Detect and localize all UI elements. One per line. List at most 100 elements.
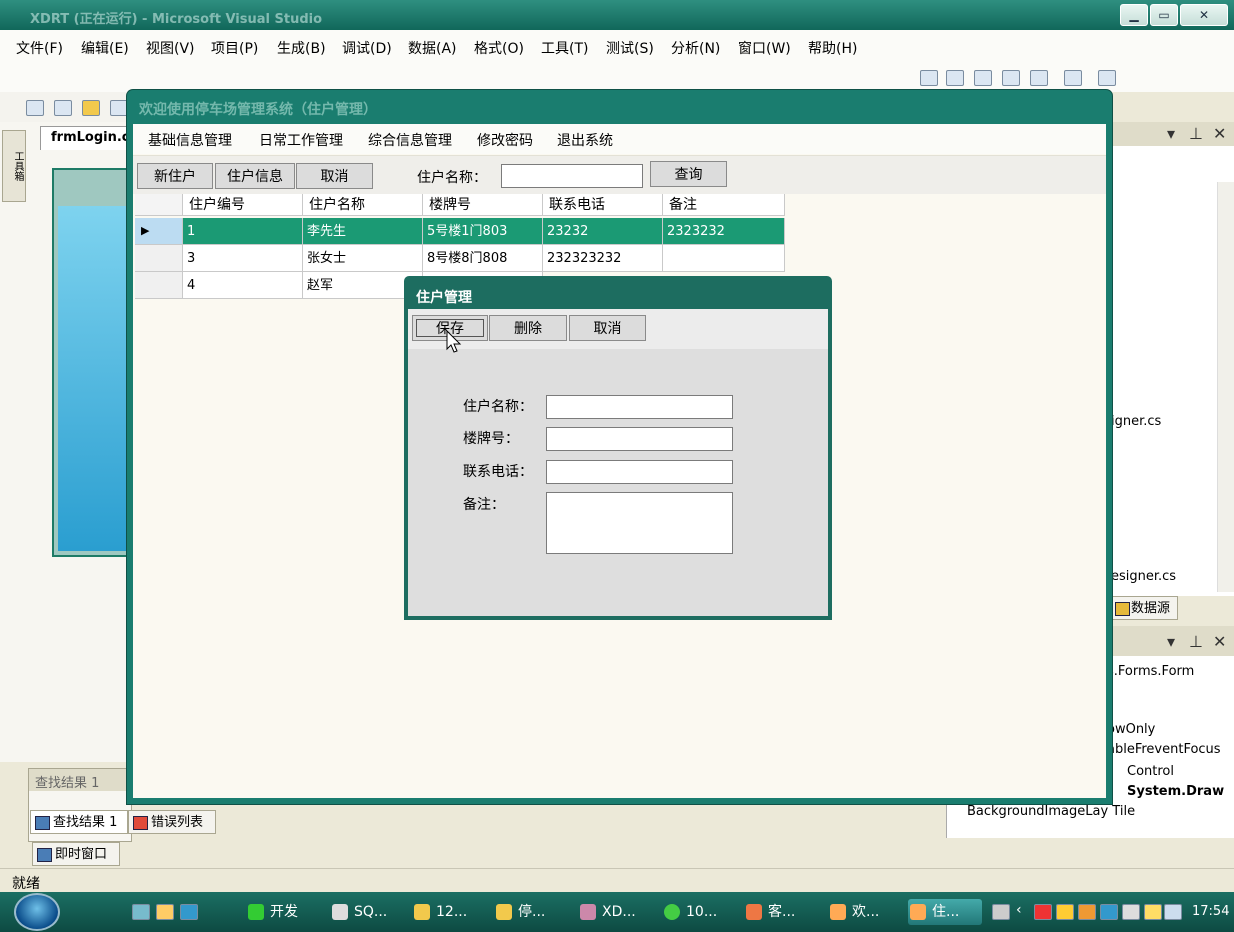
tab-data-source[interactable]: 数据源: [1110, 596, 1178, 620]
cell-phone[interactable]: 232323232: [543, 245, 663, 272]
delete-button[interactable]: 删除: [489, 315, 567, 341]
dialog-cancel-button[interactable]: 取消: [569, 315, 646, 341]
window-icon[interactable]: [946, 70, 964, 86]
grid-header-name[interactable]: 住户名称: [303, 194, 423, 216]
prop-row-5[interactable]: BackgroundImageLay Tile: [967, 804, 1135, 819]
start-button[interactable]: [14, 893, 60, 931]
close-icon[interactable]: ✕: [1180, 4, 1228, 26]
ie-icon[interactable]: [180, 904, 198, 920]
menu-analyze[interactable]: 分析(N): [671, 38, 720, 58]
cell-id[interactable]: 1: [183, 218, 303, 245]
explorer-icon[interactable]: [1002, 70, 1020, 86]
tray-qq-icon[interactable]: [1056, 904, 1074, 920]
cell-id[interactable]: 3: [183, 245, 303, 272]
prop-row-4[interactable]: System.Draw: [1127, 784, 1224, 799]
task-item-folder-12[interactable]: 12...: [412, 899, 486, 925]
grid-header-remark[interactable]: 备注: [663, 194, 785, 216]
toolbox-tab[interactable]: 工具箱: [2, 130, 26, 202]
row-header-selected[interactable]: ▶: [135, 218, 183, 245]
wrench-icon[interactable]: [1064, 70, 1082, 86]
cancel-button[interactable]: 取消: [296, 163, 373, 189]
task-item-resident[interactable]: 住...: [908, 899, 982, 925]
pin-icon[interactable]: ⊥: [1189, 632, 1203, 651]
cell-phone[interactable]: 23232: [543, 218, 663, 245]
query-button[interactable]: 查询: [650, 161, 727, 187]
resident-name-field[interactable]: [546, 395, 733, 419]
search-input[interactable]: [501, 164, 643, 188]
cell-name[interactable]: 李先生: [303, 218, 423, 245]
menu-test[interactable]: 测试(S): [606, 38, 654, 58]
properties-icon[interactable]: [974, 70, 992, 86]
grid-header-id[interactable]: 住户编号: [183, 194, 303, 216]
close-panel-icon[interactable]: ✕: [1213, 124, 1226, 143]
prop-row-2[interactable]: ableFreventFocus: [1107, 742, 1221, 757]
menu-view[interactable]: 视图(V): [146, 38, 195, 58]
menu-help[interactable]: 帮助(H): [808, 38, 857, 58]
task-item-10[interactable]: 10...: [662, 899, 736, 925]
menu-basic-info[interactable]: 基础信息管理: [148, 130, 232, 150]
solution-scrollbar[interactable]: [1217, 182, 1234, 592]
task-item-xdrt[interactable]: XD...: [578, 899, 652, 925]
save-icon[interactable]: [110, 100, 128, 116]
menu-data[interactable]: 数据(A): [408, 38, 457, 58]
cell-id[interactable]: 4: [183, 272, 303, 299]
resident-info-button[interactable]: 住户信息: [215, 163, 295, 189]
classview-icon[interactable]: [1030, 70, 1048, 86]
task-item-client[interactable]: 客...: [744, 899, 818, 925]
tray-app-icon-2[interactable]: [1078, 904, 1096, 920]
new-project-icon[interactable]: [26, 100, 44, 116]
task-item-folder-parking[interactable]: 停...: [494, 899, 568, 925]
tab-immediate-window[interactable]: 即时窗口: [32, 842, 120, 866]
maximize-icon[interactable]: ▭: [1150, 4, 1178, 26]
volume-icon[interactable]: [1164, 904, 1182, 920]
menu-window[interactable]: 窗口(W): [738, 38, 791, 58]
menu-format[interactable]: 格式(O): [474, 38, 524, 58]
menu-build[interactable]: 生成(B): [277, 38, 326, 58]
prop-row-1[interactable]: owOnly: [1107, 722, 1155, 737]
open-folder-icon[interactable]: [82, 100, 100, 116]
show-desktop-icon[interactable]: [132, 904, 150, 920]
row-header[interactable]: [135, 245, 183, 272]
properties-object-type[interactable]: s.Forms.Form: [1107, 664, 1194, 679]
keyboard-icon[interactable]: [992, 904, 1010, 920]
task-item-dev[interactable]: 开发: [246, 899, 320, 925]
grid-header-building[interactable]: 楼牌号: [423, 194, 543, 216]
new-resident-button[interactable]: 新住户: [137, 163, 213, 189]
dropdown-icon[interactable]: ▾: [1167, 124, 1175, 143]
pin-icon[interactable]: ⊥: [1189, 124, 1203, 143]
grid-header-phone[interactable]: 联系电话: [543, 194, 663, 216]
file-designer-cs-2[interactable]: esigner.cs: [1111, 569, 1176, 584]
menu-project[interactable]: 项目(P): [211, 38, 258, 58]
tab-error-list[interactable]: 错误列表: [128, 810, 216, 834]
cell-remark[interactable]: [663, 245, 785, 272]
doc-tab-frmlogin[interactable]: frmLogin.cs: [40, 126, 137, 150]
menu-change-password[interactable]: 修改密码: [477, 130, 533, 150]
close-panel-icon[interactable]: ✕: [1213, 632, 1226, 651]
menu-summary-info[interactable]: 综合信息管理: [368, 130, 452, 150]
menu-daily-work[interactable]: 日常工作管理: [259, 130, 343, 150]
tray-app-icon-3[interactable]: [1100, 904, 1118, 920]
remark-field[interactable]: [546, 492, 733, 554]
cell-building[interactable]: 8号楼8门808: [423, 245, 543, 272]
cell-name[interactable]: 张女士: [303, 245, 423, 272]
tray-expand-icon[interactable]: ‹: [1016, 902, 1022, 918]
prop-row-3[interactable]: Control: [1127, 764, 1174, 779]
tray-app-icon-1[interactable]: [1034, 904, 1052, 920]
menu-edit[interactable]: 编辑(E): [81, 38, 129, 58]
menu-tools[interactable]: 工具(T): [541, 38, 588, 58]
file-designer-cs[interactable]: igner.cs: [1111, 414, 1161, 429]
minimize-icon[interactable]: ▁: [1120, 4, 1148, 26]
tray-network-icon[interactable]: [1144, 904, 1162, 920]
row-header[interactable]: [135, 272, 183, 299]
add-item-icon[interactable]: [54, 100, 72, 116]
windows-flag-icon[interactable]: [156, 904, 174, 920]
cell-remark[interactable]: 2323232: [663, 218, 785, 245]
building-number-field[interactable]: [546, 427, 733, 451]
tab-find-results[interactable]: 查找结果 1: [30, 810, 128, 834]
cell-building[interactable]: 5号楼1门803: [423, 218, 543, 245]
phone-field[interactable]: [546, 460, 733, 484]
task-item-welcome[interactable]: 欢...: [828, 899, 902, 925]
tray-app-icon-4[interactable]: [1122, 904, 1140, 920]
task-item-sql[interactable]: SQ...: [330, 899, 404, 925]
dropdown-icon[interactable]: ▾: [1167, 632, 1175, 651]
